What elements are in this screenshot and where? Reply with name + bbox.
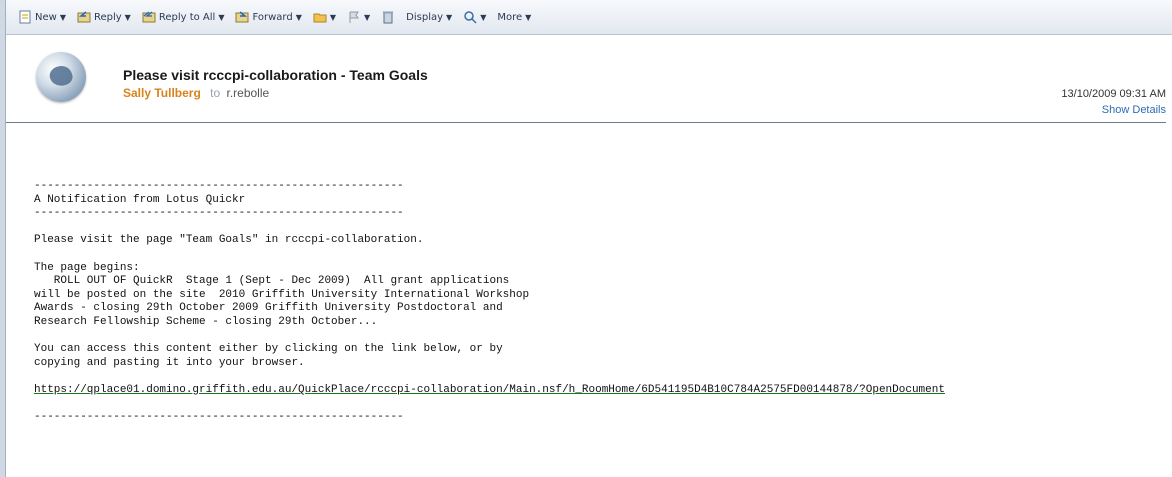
notification-title: A Notification from Lotus Quickr [34, 193, 246, 206]
excerpt-line: Research Fellowship Scheme - closing 29t… [34, 315, 378, 328]
reply-all-icon [142, 11, 156, 23]
display-button[interactable]: Display ▼ [402, 6, 456, 28]
chevron-down-icon[interactable]: ▼ [480, 13, 486, 22]
access-instructions: copying and pasting it into your browser… [34, 356, 305, 369]
sender-avatar-globe-icon [36, 52, 86, 102]
follow-up-button[interactable]: ▼ [343, 6, 374, 28]
divider-line: ----------------------------------------… [34, 180, 404, 192]
quickr-page-link[interactable]: https://qplace01.domino.griffith.edu.au/… [34, 384, 945, 396]
more-button-label: More [497, 11, 523, 23]
chevron-down-icon[interactable]: ▼ [446, 13, 452, 22]
visit-line: Please visit the page "Team Goals" in rc… [34, 234, 424, 247]
message-header: Please visit rcccpi-collaboration - Team… [6, 34, 1166, 123]
chevron-down-icon[interactable]: ▼ [296, 13, 302, 22]
chevron-down-icon[interactable]: ▼ [330, 13, 336, 22]
reply-all-button-label: Reply to All [158, 11, 216, 23]
email-window: New ▼ Reply ▼ Reply to All ▼ Forward ▼ ▼… [0, 0, 1172, 477]
folder-icon [313, 13, 327, 23]
excerpt-line: ROLL OUT OF QuickR Stage 1 (Sept - Dec 2… [34, 275, 510, 288]
new-button[interactable]: New ▼ [14, 6, 70, 28]
message-body: ----------------------------------------… [34, 180, 1162, 425]
toolbar: New ▼ Reply ▼ Reply to All ▼ Forward ▼ ▼… [6, 0, 1172, 35]
page-begins-label: The page begins: [34, 261, 140, 274]
to-label: to [210, 86, 221, 100]
reply-button[interactable]: Reply ▼ [73, 6, 135, 28]
divider-line: ----------------------------------------… [34, 411, 404, 424]
chevron-down-icon[interactable]: ▼ [60, 13, 66, 22]
message-subject: Please visit rcccpi-collaboration - Team… [123, 67, 428, 83]
sender-name[interactable]: Sally Tullberg [123, 86, 201, 100]
search-icon [464, 11, 477, 24]
show-details-link[interactable]: Show Details [1102, 104, 1166, 116]
chevron-down-icon[interactable]: ▼ [525, 13, 531, 22]
forward-button[interactable]: Forward ▼ [231, 6, 305, 28]
chevron-down-icon[interactable]: ▼ [218, 13, 224, 22]
display-button-label: Display [406, 11, 444, 23]
access-instructions: You can access this content either by cl… [34, 343, 503, 356]
recipient-name[interactable]: r.rebolle [227, 86, 270, 100]
divider-line: ----------------------------------------… [34, 207, 404, 220]
folder-button[interactable]: ▼ [309, 6, 340, 28]
forward-button-label: Forward [252, 11, 293, 23]
forward-icon [235, 11, 249, 23]
excerpt-line: Awards - closing 29th October 2009 Griff… [34, 302, 503, 315]
flag-icon [349, 11, 359, 23]
delete-button[interactable] [377, 6, 399, 28]
more-button[interactable]: More ▼ [493, 6, 535, 28]
chevron-down-icon[interactable]: ▼ [364, 13, 370, 22]
search-button[interactable]: ▼ [459, 6, 490, 28]
new-document-icon [19, 10, 31, 24]
reply-all-button[interactable]: Reply to All ▼ [138, 6, 229, 28]
excerpt-line: will be posted on the site 2010 Griffith… [34, 288, 530, 301]
reply-icon [77, 11, 91, 23]
new-button-label: New [35, 11, 57, 23]
trash-icon [383, 11, 394, 24]
reply-button-label: Reply [93, 11, 122, 23]
from-line: Sally Tullberg to r.rebolle [123, 86, 269, 100]
chevron-down-icon[interactable]: ▼ [125, 13, 131, 22]
message-date: 13/10/2009 09:31 AM [1061, 88, 1166, 100]
